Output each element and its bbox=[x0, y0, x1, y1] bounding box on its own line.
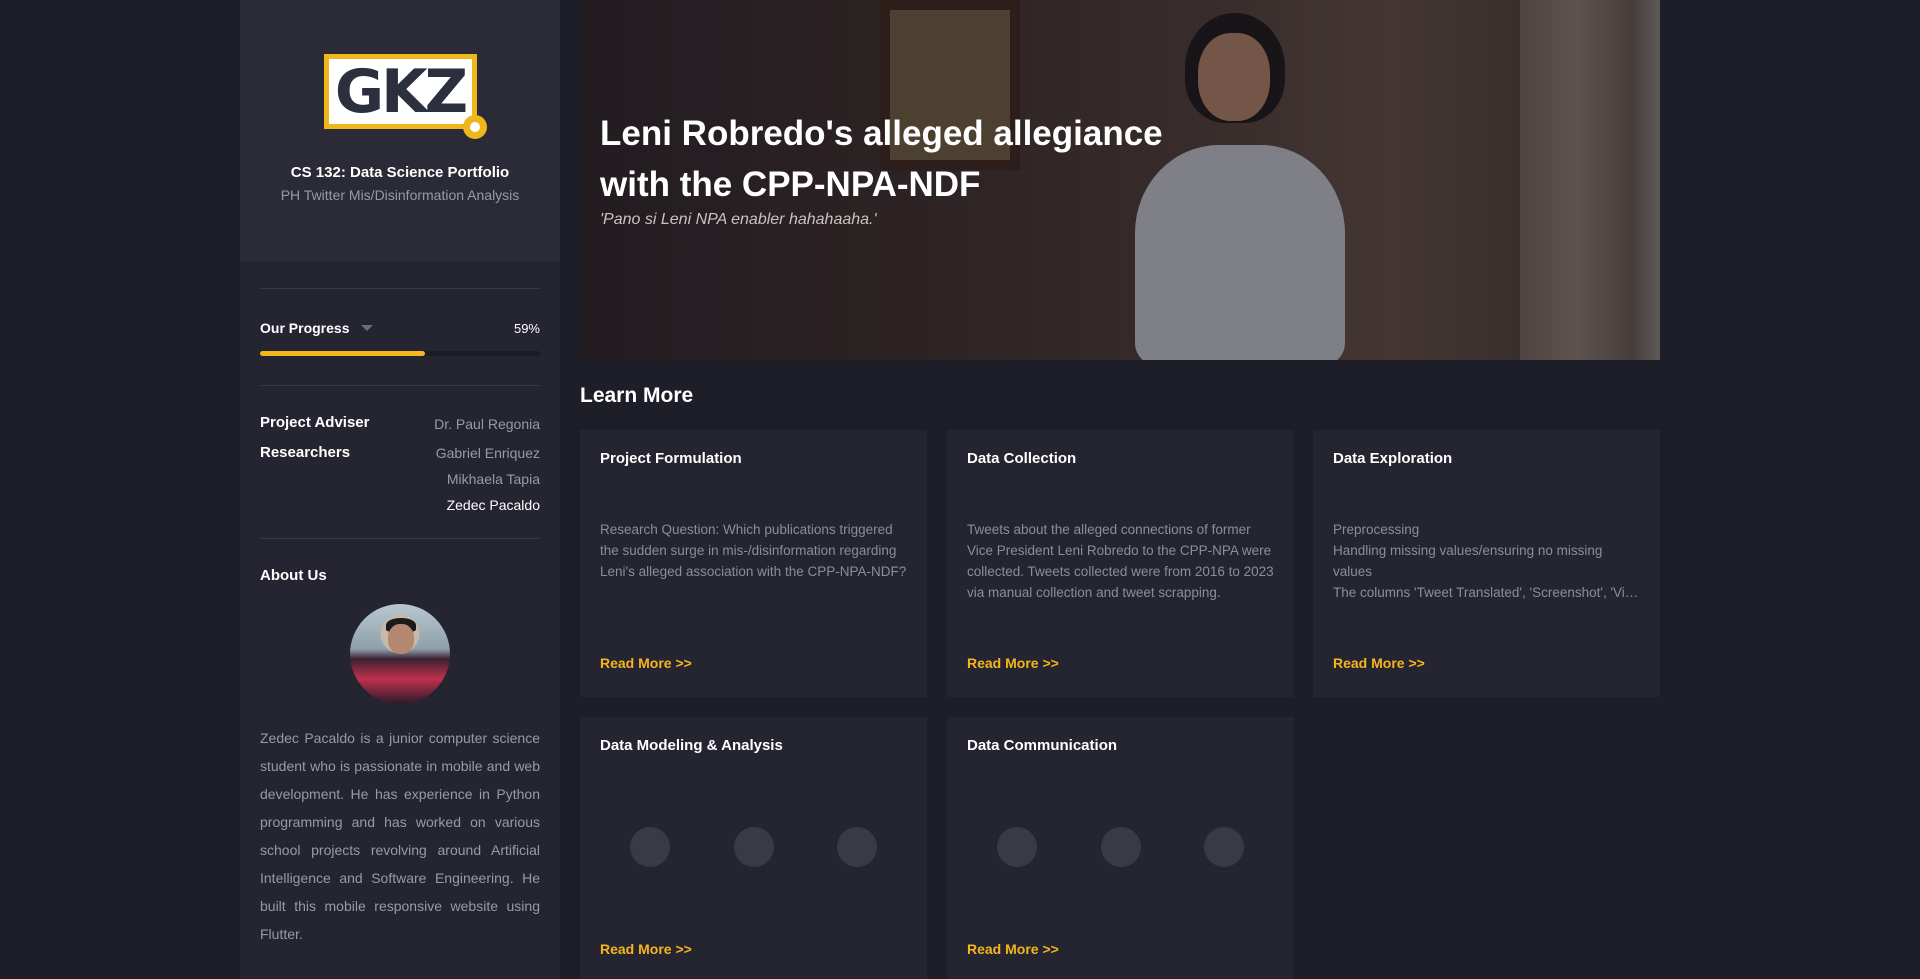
researchers-list: Gabriel Enriquez Mikhaela Tapia Zedec Pa… bbox=[436, 440, 540, 518]
course-title: CS 132: Data Science Portfolio bbox=[290, 164, 510, 181]
loading-indicator bbox=[997, 827, 1244, 867]
course-subtitle: PH Twitter Mis/Disinformation Analysis bbox=[280, 187, 520, 203]
card-title: Data Exploration bbox=[1333, 450, 1453, 467]
read-more-link[interactable]: Read More >> bbox=[967, 655, 1059, 671]
progress-label-wrap: Our Progress bbox=[260, 320, 374, 336]
card-project-formulation[interactable]: Project Formulation Research Question: W… bbox=[580, 430, 927, 697]
sidebar-header: GKZ CS 132: Data Science Portfolio PH Tw… bbox=[240, 0, 560, 261]
sidebar-body: Our Progress 59% Project Adviser Dr. Pau… bbox=[240, 288, 560, 948]
adviser-label: Project Adviser bbox=[260, 414, 370, 431]
divider bbox=[260, 288, 540, 289]
gkz-logo[interactable]: GKZ bbox=[323, 54, 487, 139]
card-data-communication[interactable]: Data Communication Read More >> bbox=[947, 717, 1294, 979]
logo-text: GKZ bbox=[334, 56, 468, 127]
logo-dot-icon bbox=[462, 115, 487, 139]
loading-dot bbox=[733, 827, 774, 867]
card-title: Data Communication bbox=[967, 737, 1118, 754]
adviser-row: Project Adviser Dr. Paul Regonia bbox=[260, 414, 540, 434]
progress-bar bbox=[260, 351, 540, 356]
researchers-label: Researchers bbox=[260, 444, 351, 461]
card-description: Tweets about the alleged connections of … bbox=[967, 522, 1274, 600]
divider bbox=[260, 538, 540, 539]
hero-quote: 'Pano si Leni NPA enabler hahahaaha.' bbox=[600, 211, 877, 228]
loading-dot bbox=[1204, 827, 1244, 867]
card-data-exploration[interactable]: Data Exploration Preprocessing Handling … bbox=[1313, 430, 1660, 697]
read-more-link[interactable]: Read More >> bbox=[967, 941, 1059, 957]
hero-banner: Leni Robredo's alleged allegiance with t… bbox=[580, 0, 1660, 360]
researcher-name: Gabriel Enriquez bbox=[435, 445, 540, 461]
loading-indicator bbox=[630, 827, 877, 867]
read-more-link[interactable]: Read More >> bbox=[600, 655, 692, 671]
caret-down-icon bbox=[361, 325, 374, 331]
progress-toggle[interactable]: Our Progress 59% bbox=[260, 319, 540, 337]
read-more-link[interactable]: Read More >> bbox=[600, 941, 692, 957]
loading-dot bbox=[630, 827, 670, 867]
hero-title: Leni Robredo's alleged allegiance with t… bbox=[600, 114, 1163, 204]
sidebar: GKZ CS 132: Data Science Portfolio PH Tw… bbox=[240, 0, 560, 979]
learn-more-title: Learn More bbox=[580, 384, 694, 407]
card-description: Preprocessing Handling missing values/en… bbox=[1333, 519, 1640, 603]
card-desc-line: Handling missing values/ensuring no miss… bbox=[1333, 543, 1603, 579]
card-data-modeling[interactable]: Data Modeling & Analysis Read More >> bbox=[580, 717, 927, 979]
read-more-link[interactable]: Read More >> bbox=[1333, 655, 1425, 671]
avatar bbox=[350, 604, 450, 704]
card-title: Data Collection bbox=[967, 450, 1077, 467]
card-desc-line: Preprocessing bbox=[1333, 522, 1420, 537]
logo-box: GKZ bbox=[328, 56, 472, 127]
loading-dot bbox=[1100, 827, 1141, 867]
loading-dot bbox=[997, 827, 1037, 867]
progress-label: Our Progress bbox=[260, 320, 350, 336]
card-description: Research Question: Which publications tr… bbox=[600, 522, 907, 579]
researcher-name: Mikhaela Tapia bbox=[446, 471, 540, 487]
loading-dot bbox=[837, 827, 877, 867]
researchers-row: Researchers Gabriel Enriquez Mikhaela Ta… bbox=[260, 440, 540, 518]
adviser-name: Dr. Paul Regonia bbox=[434, 416, 540, 432]
card-title: Project Formulation bbox=[600, 450, 742, 467]
progress-percent: 59% bbox=[513, 320, 540, 336]
about-title: About Us bbox=[260, 567, 327, 584]
card-data-collection[interactable]: Data Collection Tweets about the alleged… bbox=[947, 430, 1294, 697]
researcher-name-selected[interactable]: Zedec Pacaldo bbox=[436, 492, 540, 518]
team-info: Project Adviser Dr. Paul Regonia Researc… bbox=[260, 386, 540, 538]
progress-bar-fill bbox=[260, 351, 426, 356]
avatar-face bbox=[388, 624, 414, 654]
page: GKZ CS 132: Data Science Portfolio PH Tw… bbox=[0, 0, 1920, 979]
card-title: Data Modeling & Analysis bbox=[600, 737, 783, 754]
about-text: Zedec Pacaldo is a junior computer scien… bbox=[260, 730, 540, 942]
card-desc-line: The columns 'Tweet Translated', 'Screens… bbox=[1333, 585, 1640, 600]
